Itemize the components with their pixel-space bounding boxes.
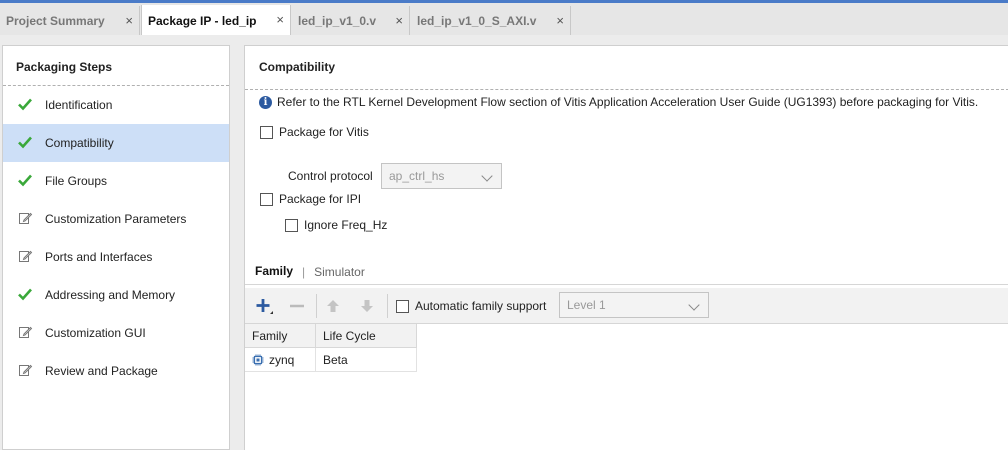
section-title: Compatibility	[259, 60, 336, 74]
step-label: Customization GUI	[45, 326, 146, 340]
chip-icon	[252, 354, 264, 365]
step-review-and-package[interactable]: Review and Package	[3, 352, 229, 390]
edit-icon	[19, 250, 33, 262]
minus-icon	[290, 304, 304, 308]
info-text: Refer to the RTL Kernel Development Flow…	[277, 95, 979, 109]
check-icon	[18, 98, 32, 111]
tab-project-summary[interactable]: Project Summary ×	[0, 6, 140, 35]
tab-family[interactable]: Family	[255, 264, 293, 280]
family-table: Family Life Cycle zynq Beta	[245, 324, 417, 372]
select-value: ap_ctrl_hs	[389, 169, 445, 183]
package-for-ipi-checkbox[interactable]: Package for IPI	[260, 192, 361, 206]
tab-led-ip-s-axi[interactable]: led_ip_v1_0_S_AXI.v ×	[411, 6, 571, 35]
check-icon	[18, 174, 32, 187]
checkbox-box[interactable]	[260, 125, 273, 139]
edit-icon	[19, 212, 33, 224]
arrow-up-icon	[327, 300, 339, 312]
step-customization-gui[interactable]: Customization GUI	[3, 314, 229, 352]
toolbar-divider	[316, 294, 317, 318]
toolbar-divider	[387, 294, 388, 318]
step-label: Customization Parameters	[45, 212, 187, 226]
column-header-family[interactable]: Family	[245, 324, 316, 347]
step-customization-parameters[interactable]: Customization Parameters	[3, 200, 229, 238]
step-label: Ports and Interfaces	[45, 250, 153, 264]
step-identification[interactable]: Identification	[3, 86, 229, 124]
step-label: Compatibility	[45, 136, 114, 150]
package-for-vitis-checkbox[interactable]: Package for Vitis	[260, 125, 369, 139]
edit-icon	[19, 326, 33, 338]
checkbox-box[interactable]	[396, 299, 409, 313]
checkbox-box[interactable]	[285, 218, 298, 232]
edit-icon	[19, 364, 33, 376]
check-icon	[18, 136, 32, 149]
tab-label: Project Summary	[6, 13, 105, 28]
checkbox-label: Package for Vitis	[279, 125, 369, 139]
step-label: Review and Package	[45, 364, 158, 378]
tab-simulator[interactable]: Simulator	[314, 265, 365, 279]
close-icon[interactable]: ×	[556, 14, 564, 27]
tab-separator: |	[302, 265, 306, 279]
info-icon: i	[259, 95, 272, 109]
info-message: i Refer to the RTL Kernel Development Fl…	[259, 95, 978, 109]
move-up-button[interactable]	[319, 292, 347, 320]
control-protocol-select[interactable]: ap_ctrl_hs	[381, 163, 502, 189]
checkbox-label: Automatic family support	[415, 299, 547, 313]
step-addressing-and-memory[interactable]: Addressing and Memory	[3, 276, 229, 314]
family-simulator-tabs: Family | Simulator	[255, 264, 365, 280]
close-icon[interactable]: ×	[395, 14, 403, 27]
cell-life-cycle: Beta	[316, 348, 417, 371]
remove-family-button[interactable]	[283, 292, 311, 320]
ignore-freq-hz-checkbox[interactable]: Ignore Freq_Hz	[285, 218, 387, 232]
divider	[245, 89, 1008, 90]
compatibility-panel: Compatibility i Refer to the RTL Kernel …	[244, 45, 1008, 450]
step-label: File Groups	[45, 174, 108, 188]
control-protocol-label: Control protocol	[288, 169, 373, 183]
packaging-steps-panel: Packaging Steps Identification Compatibi…	[2, 45, 230, 450]
tab-label: Package IP - led_ip	[148, 13, 257, 28]
table-row[interactable]: zynq Beta	[245, 348, 417, 372]
divider	[245, 284, 1008, 285]
add-family-button[interactable]	[249, 292, 277, 320]
check-icon	[18, 288, 32, 301]
tab-label: led_ip_v1_0_S_AXI.v	[417, 13, 537, 28]
step-label: Identification	[45, 98, 113, 112]
packaging-steps-title: Packaging Steps	[3, 46, 229, 86]
level-select[interactable]: Level 1	[559, 292, 709, 318]
select-value: Level 1	[567, 298, 606, 312]
family-toolbar: Automatic family support Level 1	[245, 288, 1008, 324]
chevron-down-icon	[688, 299, 700, 311]
plus-icon	[256, 299, 273, 314]
step-ports-and-interfaces[interactable]: Ports and Interfaces	[3, 238, 229, 276]
tab-label: led_ip_v1_0.v	[298, 13, 377, 28]
chevron-down-icon	[481, 170, 493, 182]
step-file-groups[interactable]: File Groups	[3, 162, 229, 200]
step-compatibility[interactable]: Compatibility	[3, 124, 229, 162]
step-label: Addressing and Memory	[45, 288, 176, 302]
move-down-button[interactable]	[353, 292, 381, 320]
arrow-down-icon	[361, 300, 373, 312]
table-header: Family Life Cycle	[245, 324, 417, 348]
tab-led-ip-v1-0[interactable]: led_ip_v1_0.v ×	[292, 6, 410, 35]
package-ip-frame: Packaging Steps Identification Compatibi…	[0, 35, 1008, 450]
automatic-family-support-checkbox[interactable]: Automatic family support	[396, 299, 546, 313]
checkbox-box[interactable]	[260, 192, 273, 206]
tab-package-ip[interactable]: Package IP - led_ip ×	[141, 5, 291, 36]
checkbox-label: Package for IPI	[279, 192, 362, 206]
close-icon[interactable]: ×	[276, 13, 284, 26]
close-icon[interactable]: ×	[125, 14, 133, 27]
cell-family: zynq	[245, 348, 316, 371]
column-header-life-cycle[interactable]: Life Cycle	[316, 324, 417, 347]
checkbox-label: Ignore Freq_Hz	[304, 218, 388, 232]
family-name: zynq	[269, 352, 295, 367]
editor-tab-bar: Project Summary × Package IP - led_ip × …	[0, 0, 1008, 36]
